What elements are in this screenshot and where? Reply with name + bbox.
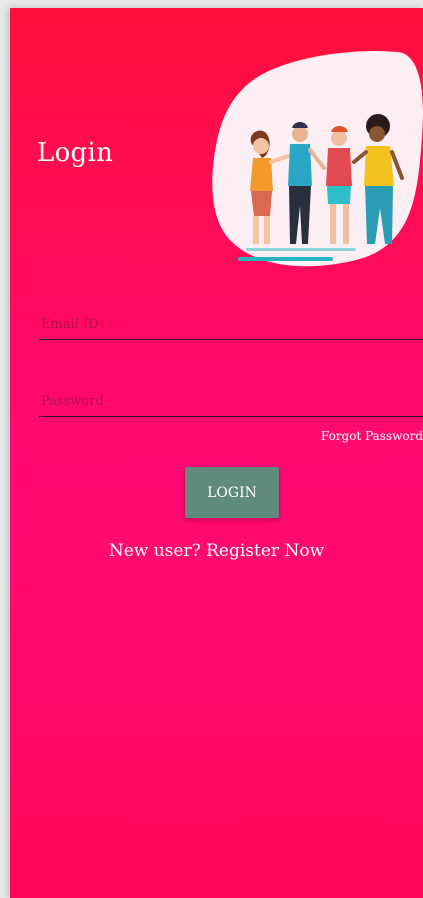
password-field[interactable]: [39, 377, 423, 417]
group-of-friends-illustration: [212, 51, 423, 267]
email-field[interactable]: [39, 300, 423, 340]
email-field-container: [39, 300, 423, 340]
login-screen: Login Email ID Forgot Password LOGIN New…: [10, 8, 423, 898]
register-link[interactable]: New user? Register Now: [10, 541, 423, 561]
password-field-container: [39, 377, 423, 417]
forgot-password-link[interactable]: Forgot Password: [321, 429, 423, 443]
page-title: Login: [37, 138, 114, 168]
login-button[interactable]: LOGIN: [185, 467, 279, 518]
